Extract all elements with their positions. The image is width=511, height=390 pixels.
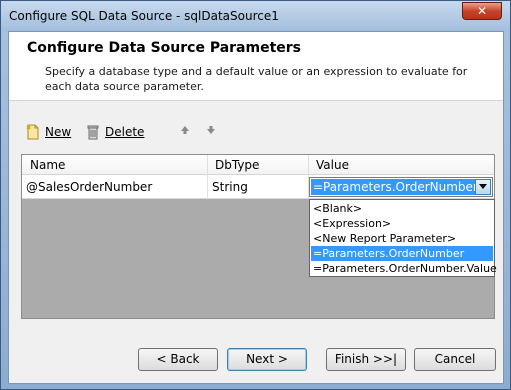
finish-button[interactable]: Finish >>| [326, 348, 406, 371]
column-header-dbtype[interactable]: DbType [215, 158, 259, 172]
back-button[interactable]: < Back [138, 348, 218, 371]
move-up-icon[interactable] [179, 124, 193, 140]
parameter-value-combo[interactable]: =Parameters.OrderNumber [309, 177, 493, 197]
delete-label: Delete [105, 125, 145, 139]
column-header-value[interactable]: Value [316, 158, 349, 172]
title-bar[interactable]: Configure SQL Data Source - sqlDataSourc… [1, 1, 510, 31]
next-button[interactable]: Next > [227, 348, 307, 371]
dialog-window: Configure SQL Data Source - sqlDataSourc… [0, 0, 511, 390]
new-button[interactable]: New [25, 122, 71, 142]
value-dropdown-list: <Blank> <Expression> <New Report Paramet… [309, 199, 497, 277]
page-title: Configure Data Source Parameters [27, 40, 302, 56]
dropdown-option-expression[interactable]: <Expression> [311, 216, 493, 231]
new-document-icon [25, 124, 41, 140]
wizard-header: Configure Data Source Parameters Specify… [9, 32, 503, 101]
window-title: Configure SQL Data Source - sqlDataSourc… [9, 9, 279, 23]
close-icon: ✕ [476, 4, 488, 18]
dropdown-option-order-number[interactable]: =Parameters.OrderNumber [311, 246, 493, 261]
parameter-value-text[interactable]: =Parameters.OrderNumber [311, 179, 480, 195]
dropdown-option-blank[interactable]: <Blank> [311, 201, 493, 216]
dropdown-option-order-number-value[interactable]: =Parameters.OrderNumber.Value [311, 261, 497, 276]
table-row[interactable]: @SalesOrderNumber String =Parameters.Ord… [22, 175, 494, 199]
dialog-client: Configure Data Source Parameters Specify… [8, 31, 504, 384]
column-header-name[interactable]: Name [30, 158, 65, 172]
chevron-down-icon [479, 184, 487, 189]
cancel-button[interactable]: Cancel [414, 348, 496, 371]
parameter-name-cell[interactable]: @SalesOrderNumber [26, 180, 152, 194]
grid-header: Name DbType Value [22, 155, 494, 175]
trash-icon [85, 124, 101, 140]
page-description: Specify a database type and a default va… [45, 65, 468, 93]
parameter-dbtype-cell[interactable]: String [212, 180, 248, 194]
dropdown-button[interactable] [475, 179, 491, 195]
close-button[interactable]: ✕ [462, 2, 502, 20]
new-label: New [45, 125, 72, 139]
move-down-icon[interactable] [205, 124, 219, 140]
delete-button[interactable]: Delete [85, 122, 144, 142]
dropdown-option-new-report-parameter[interactable]: <New Report Parameter> [311, 231, 493, 246]
